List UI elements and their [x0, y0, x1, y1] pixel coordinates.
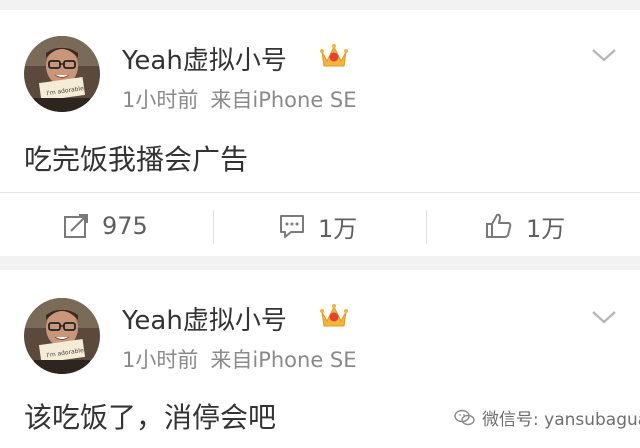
action-separator: [426, 210, 427, 244]
watermark-text: 微信号: yansubagua: [482, 410, 640, 430]
chevron-down-icon[interactable]: [590, 46, 618, 64]
like-icon: [486, 213, 512, 238]
post-card: I'm adorable! Yeah虚拟小号 1小时前 来自iPhone SE 吃…: [0, 10, 640, 256]
post-meta: 1小时前 来自iPhone SE: [122, 84, 357, 114]
username[interactable]: Yeah虚拟小号: [122, 300, 287, 337]
action-separator: [213, 210, 214, 244]
like-count: 1万: [526, 214, 566, 243]
vip-crown-icon: [319, 303, 349, 329]
post-meta: 1小时前 来自iPhone SE: [122, 344, 357, 374]
comment-icon: [280, 215, 304, 238]
chevron-down-icon[interactable]: [590, 308, 618, 326]
repost-count: 975: [102, 212, 148, 240]
wechat-icon: [454, 409, 475, 425]
username[interactable]: Yeah虚拟小号: [122, 40, 287, 77]
comment-count: 1万: [318, 214, 358, 243]
repost-button[interactable]: 975: [62, 206, 148, 246]
divider: [0, 192, 640, 193]
repost-icon: [64, 214, 88, 238]
post-source: 来自iPhone SE: [210, 348, 357, 372]
vip-crown-icon: [319, 43, 349, 69]
watermark: 微信号: yansubagua: [454, 405, 640, 430]
avatar[interactable]: I'm adorable!: [24, 298, 100, 374]
avatar[interactable]: I'm adorable!: [24, 36, 100, 112]
post-time: 1小时前: [122, 348, 199, 372]
post-content: 吃完饭我播会广告: [24, 143, 249, 176]
like-button[interactable]: 1万: [484, 206, 565, 246]
post-content: 该吃饭了，消停会吧: [24, 401, 277, 434]
post-time: 1小时前: [122, 88, 199, 112]
comment-button[interactable]: 1万: [278, 206, 357, 246]
post-source: 来自iPhone SE: [210, 88, 357, 112]
